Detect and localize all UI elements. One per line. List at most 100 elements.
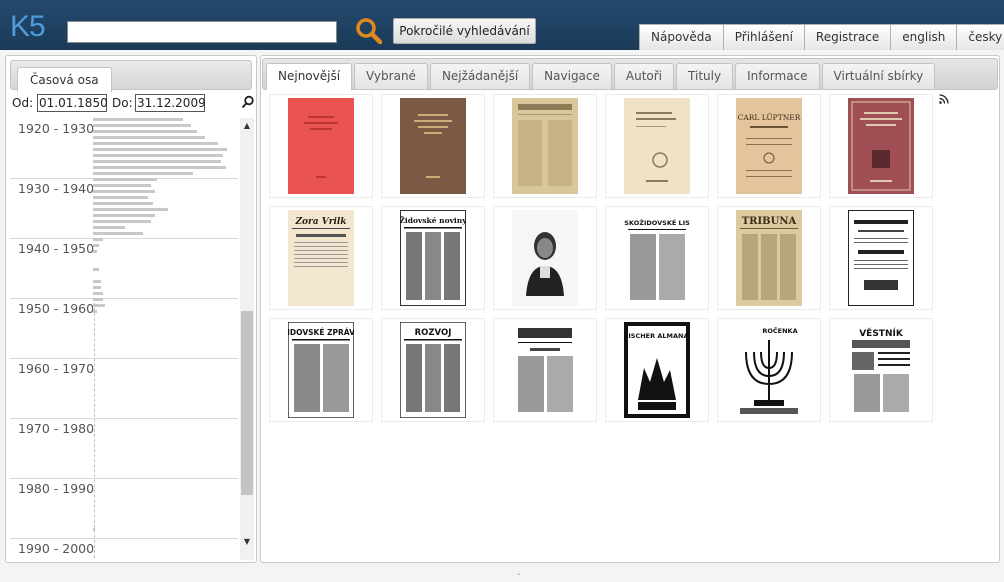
decade-label[interactable]: 1940 - 1950 xyxy=(18,241,94,256)
newspaper-page-icon: Zora Vrilk xyxy=(288,210,354,306)
decade-label[interactable]: 1950 - 1960 xyxy=(18,301,94,316)
tab-information[interactable]: Informace xyxy=(735,63,820,89)
histogram-bar[interactable] xyxy=(93,292,103,295)
histogram-bar[interactable] xyxy=(93,208,168,211)
thumbnail-caption: JÜDISCHER ALMANACH xyxy=(624,331,690,340)
tab-titles[interactable]: Tituly xyxy=(676,63,734,89)
scroll-down-icon[interactable]: ▼ xyxy=(243,538,251,546)
histogram-bar[interactable] xyxy=(93,172,193,175)
histogram-bar[interactable] xyxy=(93,214,155,217)
newspaper-page-icon: Židovské noviny xyxy=(400,210,466,306)
histogram-bar[interactable] xyxy=(93,184,151,187)
book-cover-icon xyxy=(848,98,914,194)
histogram-bar[interactable] xyxy=(93,286,101,289)
timeline-panel: Časová osa Od: 01.01.1850 Do: 31.12.2009… xyxy=(5,55,257,563)
document-thumbnail[interactable]: CARL LÜPTNER xyxy=(717,94,821,198)
decade-label[interactable]: 1990 - 2000 xyxy=(18,541,94,556)
histogram-bar[interactable] xyxy=(93,118,183,121)
tab-newest[interactable]: Nejnovější xyxy=(266,63,353,90)
newspaper-page-icon: ROZVOJ xyxy=(400,322,466,418)
histogram-bar[interactable] xyxy=(93,250,97,253)
timeline-scrollbar[interactable]: ▲ ▼ xyxy=(240,118,254,560)
top-header: K5 Pokročilé vyhledávání Nápověda Přihlá… xyxy=(0,0,1004,50)
histogram-bar[interactable] xyxy=(93,238,103,241)
tab-timeline[interactable]: Časová osa xyxy=(17,67,112,92)
histogram-bar[interactable] xyxy=(93,280,101,283)
thumbnail-caption: TRIBUNA xyxy=(742,216,797,227)
to-date-input[interactable]: 31.12.2009 xyxy=(135,94,206,112)
from-date-input[interactable]: 01.01.1850 xyxy=(37,94,108,112)
tab-authors[interactable]: Autoři xyxy=(613,63,675,89)
histogram-bar[interactable] xyxy=(93,202,153,205)
decade-label[interactable]: 1920 - 1930 xyxy=(18,121,94,136)
decade-label[interactable]: 1960 - 1970 xyxy=(18,361,94,376)
document-thumbnail[interactable] xyxy=(493,318,597,422)
decade-label[interactable]: 1930 - 1940 xyxy=(18,181,94,196)
document-thumbnail[interactable]: TRIBUNA xyxy=(717,206,821,310)
document-thumbnail[interactable]: JÜDISCHER ALMANACH xyxy=(605,318,709,422)
histogram-bar[interactable] xyxy=(93,160,221,163)
document-thumbnail[interactable]: ROZVOJ xyxy=(381,318,485,422)
decade-label[interactable]: 1980 - 1990 xyxy=(18,481,94,496)
document-thumbnail[interactable] xyxy=(381,94,485,198)
tab-most-requested[interactable]: Nejžádanější xyxy=(429,63,531,89)
histogram-bar[interactable] xyxy=(93,142,218,145)
book-cover-icon xyxy=(624,98,690,194)
main-tabbar: Nejnovější Vybrané Nejžádanější Navigace… xyxy=(262,58,998,90)
histogram-bar[interactable] xyxy=(93,124,191,127)
help-link[interactable]: Nápověda xyxy=(639,24,724,50)
histogram-bar[interactable] xyxy=(93,166,226,169)
histogram-bar[interactable] xyxy=(93,178,157,181)
newspaper-page-icon: ČESKOŽIDOVSKÉ LISTY xyxy=(624,210,690,306)
histogram-bar[interactable] xyxy=(93,148,227,151)
document-thumbnail[interactable]: ROČENKA xyxy=(717,318,821,422)
logo[interactable]: K5 xyxy=(10,10,46,44)
document-thumbnail[interactable] xyxy=(829,206,933,310)
footer-mark: ˇ xyxy=(517,573,521,582)
thumbnail-caption: ŽIDOVSKÉ ZPRÁVY xyxy=(288,328,354,337)
document-thumbnail[interactable]: Zora Vrilk xyxy=(269,206,373,310)
histogram-bar[interactable] xyxy=(93,154,223,157)
document-thumbnail[interactable] xyxy=(493,94,597,198)
document-page-icon xyxy=(848,210,914,306)
document-thumbnail[interactable]: Židovské noviny xyxy=(381,206,485,310)
document-thumbnail[interactable]: ŽIDOVSKÉ ZPRÁVY xyxy=(269,318,373,422)
english-language-link[interactable]: english xyxy=(890,24,958,50)
search-input[interactable] xyxy=(67,21,337,43)
histogram-bar[interactable] xyxy=(93,130,197,133)
histogram-bar[interactable] xyxy=(93,136,205,139)
histogram-bar[interactable] xyxy=(93,196,148,199)
scrollbar-thumb[interactable] xyxy=(241,311,253,495)
rss-icon[interactable] xyxy=(939,94,949,104)
tab-navigation[interactable]: Navigace xyxy=(532,63,612,89)
date-search-icon[interactable] xyxy=(241,95,255,109)
tab-selected[interactable]: Vybrané xyxy=(354,63,428,89)
tab-virtual-collections[interactable]: Virtuální sbírky xyxy=(821,63,936,89)
scroll-up-icon[interactable]: ▲ xyxy=(243,122,251,130)
decade-label[interactable]: 1970 - 1980 xyxy=(18,421,94,436)
date-range: Od: 01.01.1850 Do: 31.12.2009 xyxy=(10,92,254,114)
main-tabs: Nejnovější Vybrané Nejžádanější Navigace… xyxy=(266,63,937,90)
document-thumbnail[interactable] xyxy=(493,206,597,310)
register-link[interactable]: Registrace xyxy=(803,24,892,50)
decade-divider xyxy=(10,298,238,299)
document-thumbnail[interactable] xyxy=(605,94,709,198)
histogram-bar[interactable] xyxy=(93,268,99,271)
book-cover-icon xyxy=(288,98,354,194)
histogram-bar[interactable] xyxy=(93,232,143,235)
login-link[interactable]: Přihlášení xyxy=(722,24,805,50)
document-thumbnail[interactable]: ČESKOŽIDOVSKÉ LISTY xyxy=(605,206,709,310)
histogram-bar[interactable] xyxy=(93,190,155,193)
book-cover-icon: JÜDISCHER ALMANACH xyxy=(624,322,690,418)
histogram-bar[interactable] xyxy=(93,220,151,223)
document-thumbnail[interactable]: VĚSTNÍK xyxy=(829,318,933,422)
advanced-search-button[interactable]: Pokročilé vyhledávání xyxy=(393,18,536,44)
newspaper-page-icon xyxy=(512,322,578,418)
timeline-histogram[interactable]: 1920 - 1930 1930 - 1940 1940 - 1950 1950… xyxy=(10,118,254,560)
histogram-bar[interactable] xyxy=(93,244,99,247)
document-thumbnail[interactable] xyxy=(829,94,933,198)
search-button[interactable] xyxy=(354,16,384,46)
histogram-bar[interactable] xyxy=(93,226,125,229)
document-thumbnail[interactable] xyxy=(269,94,373,198)
czech-language-link[interactable]: česky xyxy=(956,24,1004,50)
